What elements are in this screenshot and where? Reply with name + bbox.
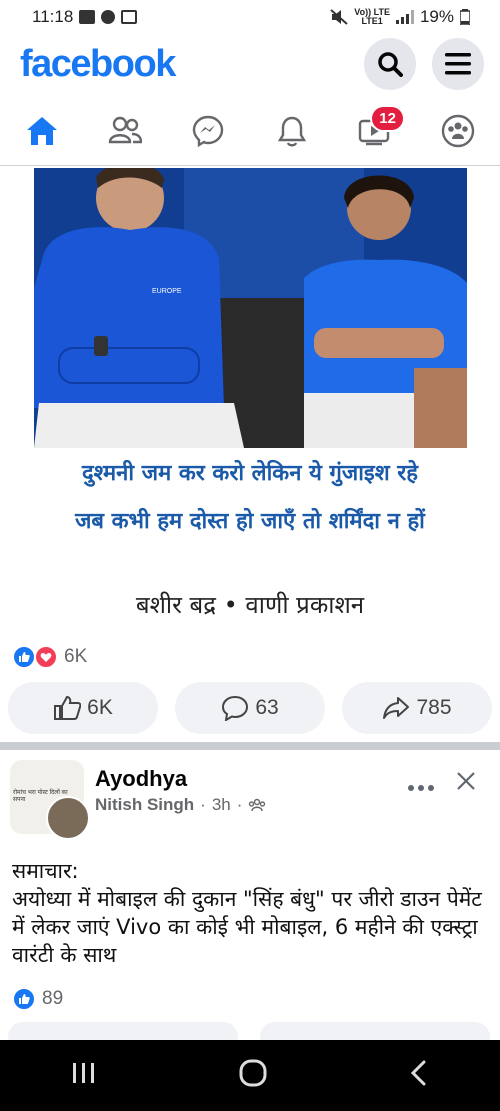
like-reaction-icon	[12, 645, 36, 669]
post-meta: Nitish Singh · 3h ·	[95, 795, 266, 815]
post-text-heading: समाचार:	[12, 859, 79, 883]
check-notification-icon	[121, 10, 138, 24]
search-icon	[378, 52, 403, 77]
share-count: 785	[416, 696, 452, 719]
post-photo[interactable]: EUROPE	[34, 168, 467, 448]
status-bar: 11:18 Vo)) LTE LTE1 19%	[0, 0, 500, 34]
like-reaction-icon	[12, 987, 36, 1011]
tab-groups[interactable]	[428, 101, 488, 161]
like-count: 6K	[87, 696, 113, 719]
home-circle-icon	[239, 1059, 267, 1087]
members-audience-icon	[249, 798, 266, 812]
group-name[interactable]: Ayodhya	[95, 766, 187, 792]
tab-notifications[interactable]	[262, 101, 322, 161]
tennis-players-photo: EUROPE	[34, 168, 467, 448]
post-author[interactable]: Nitish Singh	[95, 795, 194, 815]
signal-icon	[395, 10, 414, 24]
reaction-count: 6K	[64, 646, 88, 667]
love-reaction-icon	[34, 645, 58, 669]
bell-icon	[277, 116, 306, 146]
post-separator	[0, 742, 500, 750]
search-button[interactable]	[364, 38, 416, 90]
friends-icon	[108, 116, 142, 143]
more-options-button[interactable]	[408, 770, 434, 798]
team-europe-text: EUROPE	[152, 288, 182, 295]
post-time[interactable]: 3h	[212, 795, 231, 815]
home-icon	[26, 116, 57, 145]
youtube-notification-icon	[79, 10, 96, 24]
post-text-body: अयोध्या में मोबाइल की दुकान "सिंह बंधु" …	[12, 887, 482, 967]
facebook-logo[interactable]: facebook	[20, 43, 176, 86]
quote-line-1: दुश्मनी जम कर करो लेकिन ये गुंजाइश रहे	[81, 461, 418, 486]
comment-icon	[222, 695, 249, 721]
mute-icon	[330, 9, 348, 25]
android-navigation-bar	[0, 1040, 500, 1111]
reaction-summary-2[interactable]: 89	[12, 987, 63, 1011]
app-header: facebook	[0, 34, 500, 94]
menu-button[interactable]	[432, 38, 484, 90]
meta-separator: ·	[236, 795, 243, 814]
video-notification-badge: 12	[370, 104, 405, 132]
tab-video[interactable]: 12	[345, 101, 405, 161]
main-tab-bar: 12	[0, 96, 500, 166]
network-label-bottom: LTE1	[361, 16, 383, 26]
groups-icon	[442, 114, 475, 147]
hide-post-button[interactable]	[456, 770, 476, 798]
quote-attribution: बशीर बद्र • वाणी प्रकाशन	[135, 591, 365, 619]
post-action-bar: 6K 63 785	[8, 682, 492, 734]
back-icon	[411, 1060, 426, 1086]
like-button[interactable]: 6K	[8, 682, 158, 734]
thumbs-up-icon	[54, 695, 82, 720]
user-avatar[interactable]	[46, 796, 90, 840]
comment-button[interactable]: 63	[175, 682, 325, 734]
post-text: समाचार: अयोध्या में मोबाइल की दुकान "सिं…	[12, 857, 488, 969]
recent-apps-icon	[72, 1063, 94, 1083]
post-options	[408, 770, 476, 798]
meta-separator: ·	[200, 795, 206, 814]
reaction-count-2: 89	[42, 988, 64, 1009]
share-icon	[383, 697, 410, 719]
status-time: 11:18	[32, 7, 74, 26]
more-dots-icon	[408, 785, 434, 791]
recent-apps-button[interactable]	[71, 1061, 97, 1090]
back-button[interactable]	[409, 1059, 429, 1092]
network-indicator: Vo)) LTE LTE1	[354, 8, 390, 26]
battery-percent: 19%	[419, 7, 454, 26]
battery-icon	[460, 9, 470, 25]
reaction-summary[interactable]: 6K	[12, 645, 87, 669]
post-avatar-group[interactable]: रोमांच भरा पोस्ट दिलों का सपना	[10, 760, 90, 840]
quote-line-2: जब कभी हम दोस्त हो जाएँ तो शर्मिंदा न हो…	[75, 509, 425, 534]
messenger-icon	[193, 115, 224, 147]
comment-count: 63	[255, 696, 279, 719]
tab-messenger[interactable]	[178, 101, 238, 161]
tab-home[interactable]	[12, 101, 72, 161]
close-icon	[457, 772, 475, 790]
hamburger-menu-icon	[445, 53, 471, 75]
home-nav-button[interactable]	[238, 1058, 268, 1093]
tab-friends[interactable]	[95, 101, 155, 161]
settings-notification-icon	[101, 10, 116, 24]
share-button[interactable]: 785	[342, 682, 492, 734]
